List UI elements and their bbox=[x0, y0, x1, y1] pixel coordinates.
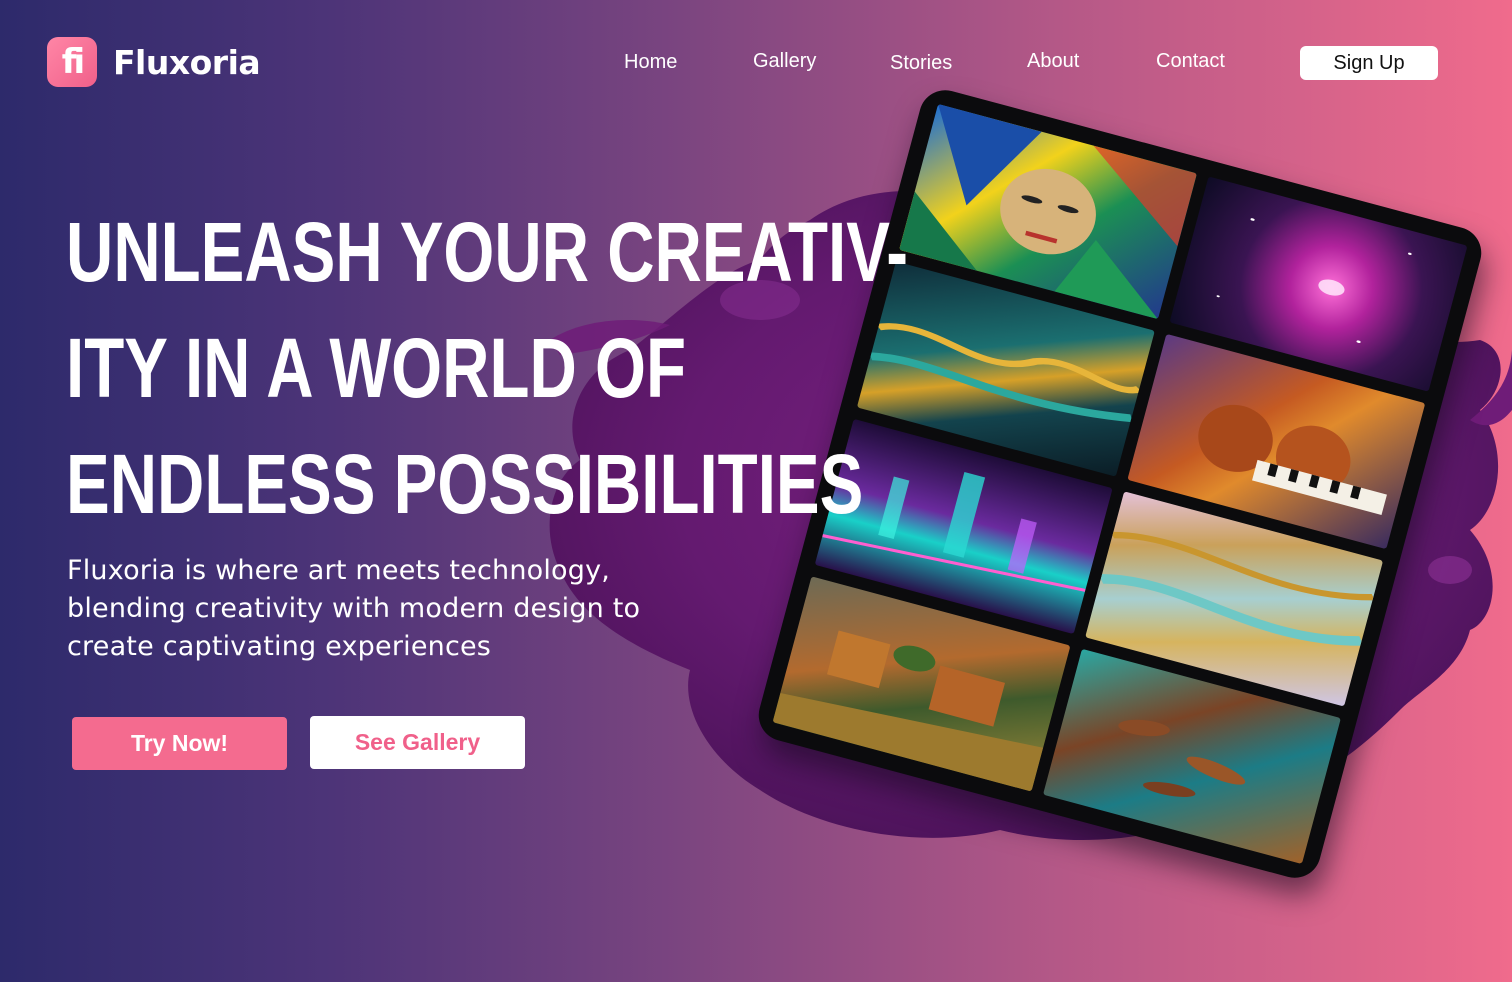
nav-contact[interactable]: Contact bbox=[1156, 50, 1225, 73]
headline-line-3: ENDLESS POSSIBILITIES bbox=[66, 437, 864, 531]
hero-subtitle: Fluxoria is where art meets technology, … bbox=[67, 552, 687, 666]
headline-line-2: ITY IN A WORLD OF bbox=[66, 321, 686, 415]
subtitle-line-3: create captivating experiences bbox=[67, 631, 492, 662]
logo-icon: fi bbox=[47, 37, 97, 87]
nav-gallery[interactable]: Gallery bbox=[753, 50, 816, 73]
headline-line-1: UNLEASH YOUR CREATIV- bbox=[66, 205, 909, 299]
see-gallery-button[interactable]: See Gallery bbox=[310, 716, 525, 769]
brand-logo[interactable]: fi Fluxoria bbox=[47, 37, 261, 87]
nav-about[interactable]: About bbox=[1027, 50, 1079, 73]
hero-headline: UNLEASH YOUR CREATIV- ITY IN A WORLD OF … bbox=[66, 194, 909, 542]
nav-stories[interactable]: Stories bbox=[890, 52, 952, 75]
nav-home[interactable]: Home bbox=[624, 51, 677, 74]
sign-up-button[interactable]: Sign Up bbox=[1300, 46, 1438, 80]
try-now-button[interactable]: Try Now! bbox=[72, 717, 287, 770]
subtitle-line-1: Fluxoria is where art meets technology, bbox=[67, 555, 611, 586]
subtitle-line-2: blending creativity with modern design t… bbox=[67, 593, 641, 624]
brand-name: Fluxoria bbox=[113, 42, 261, 82]
